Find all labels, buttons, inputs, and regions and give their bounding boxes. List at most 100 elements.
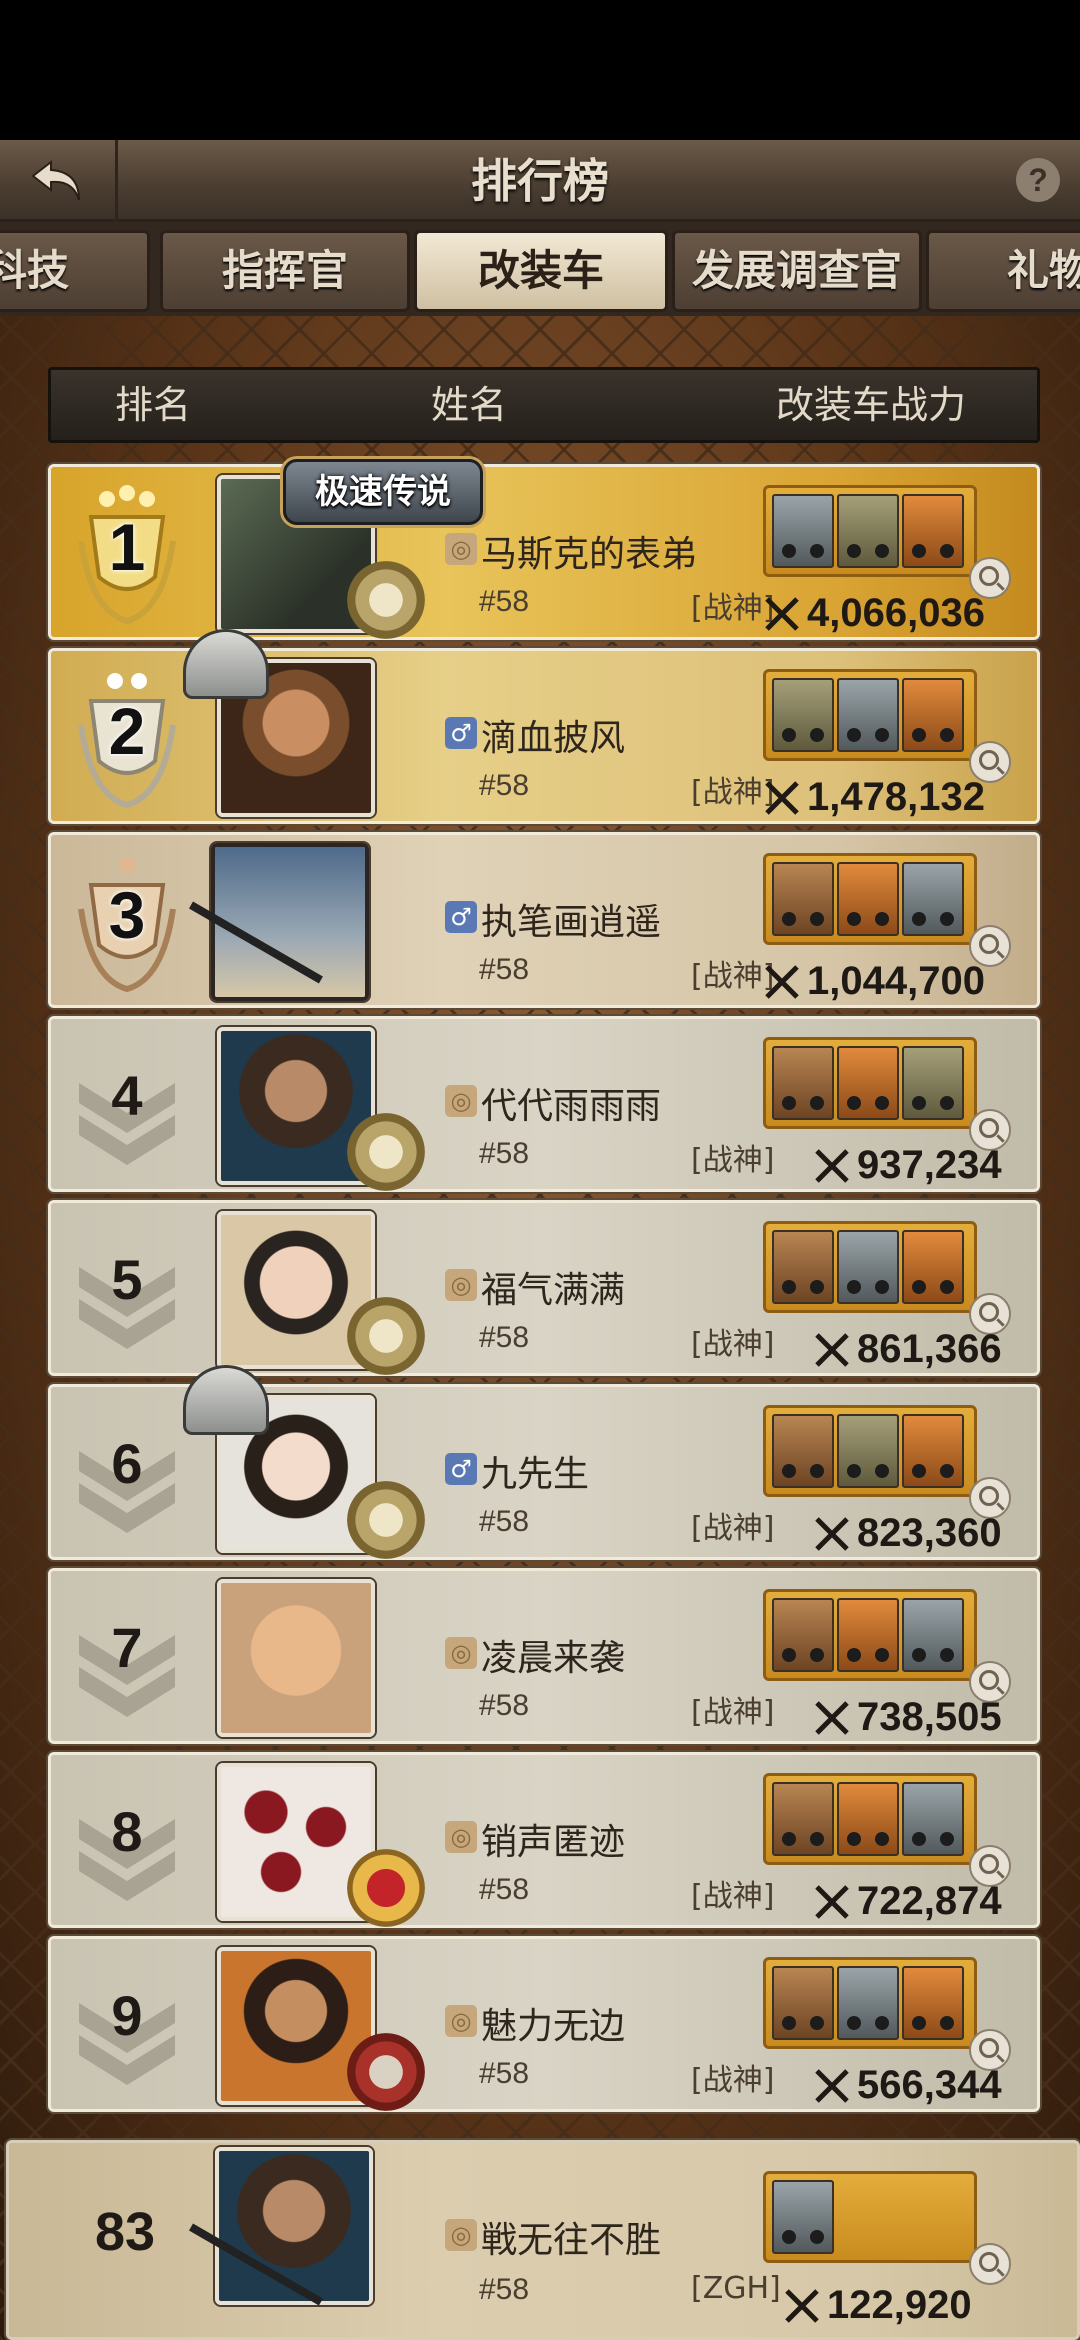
status-bar bbox=[0, 0, 1080, 140]
vehicle-lineup bbox=[763, 669, 977, 761]
help-button[interactable]: ? bbox=[1016, 158, 1060, 202]
table-row[interactable]: 5 ◎ 福气满满 #58 [战神] 861,366 bbox=[48, 1200, 1040, 1376]
player-name: 马斯克的表弟 bbox=[481, 534, 698, 575]
crossed-swords-icon bbox=[815, 2068, 849, 2103]
vehicle-thumbnail bbox=[772, 678, 834, 752]
alliance-tag: [战神] bbox=[691, 1327, 775, 1362]
vehicle-thumbnail bbox=[772, 1414, 834, 1488]
crossed-swords-icon bbox=[765, 780, 799, 815]
vehicle-thumbnail bbox=[772, 1230, 834, 1304]
server-id: #58 bbox=[479, 1689, 530, 1722]
crossed-swords-icon bbox=[815, 1516, 849, 1551]
alliance-tag: [战神] bbox=[691, 959, 775, 994]
vehicle-thumbnail bbox=[772, 2180, 834, 2254]
player-name: 销声匿迹 bbox=[481, 1822, 626, 1863]
hat-gear-badge-icon bbox=[347, 1481, 425, 1559]
vehicle-thumbnail bbox=[837, 1046, 899, 1120]
power-value: 823,360 bbox=[857, 1511, 1002, 1555]
power-value: 122,920 bbox=[827, 2283, 972, 2327]
tab-bar: 科技 指挥官 改装车 发展调查官 礼物 bbox=[0, 222, 1080, 316]
crossed-swords-icon bbox=[765, 596, 799, 631]
crossed-swords-icon bbox=[815, 1884, 849, 1919]
vehicle-power: 4,066,036 bbox=[763, 591, 1009, 636]
table-row[interactable]: 8 ◎ 销声匿迹 #58 [战神] 722,874 bbox=[48, 1752, 1040, 1928]
hidden-gender-icon: ◎ bbox=[445, 2219, 477, 2251]
hidden-gender-icon: ◎ bbox=[445, 1085, 477, 1117]
vehicle-thumbnail bbox=[772, 1782, 834, 1856]
hidden-gender-icon: ◎ bbox=[445, 1821, 477, 1853]
table-row[interactable]: 4 ◎ 代代雨雨雨 #58 [战神] 937,234 bbox=[48, 1016, 1040, 1192]
table-row[interactable]: 6 ♂ 九先生 #58 [战神] 823,360 bbox=[48, 1365, 1040, 1560]
server-id: #58 bbox=[479, 953, 530, 986]
rank-number: 7 bbox=[111, 1616, 143, 1679]
rank-number: 1 bbox=[108, 510, 146, 584]
server-id: #58 bbox=[479, 1137, 530, 1170]
vehicle-power: 722,874 bbox=[813, 1879, 1059, 1924]
vehicle-thumbnail bbox=[837, 1598, 899, 1672]
server-id: #58 bbox=[479, 1505, 530, 1538]
avatar-frame-badge-icon bbox=[347, 561, 425, 639]
vehicle-thumbnail bbox=[837, 1414, 899, 1488]
crossed-swords-icon bbox=[765, 964, 799, 999]
crossed-swords-icon bbox=[815, 1332, 849, 1367]
vehicle-thumbnail bbox=[902, 494, 964, 568]
inspect-search-icon[interactable] bbox=[969, 2243, 1011, 2285]
tab-development-investigator[interactable]: 发展调查官 bbox=[672, 230, 922, 312]
avatar[interactable] bbox=[217, 1579, 375, 1737]
rank-number: 83 bbox=[94, 2202, 156, 2262]
my-rank-row[interactable]: 83 ◎ 戦无往不胜 #58 [ZGH] 122,920 bbox=[6, 2140, 1080, 2340]
vehicle-thumbnail bbox=[837, 1966, 899, 2040]
vehicle-lineup bbox=[763, 1589, 977, 1681]
vehicle-power: 937,234 bbox=[813, 1143, 1059, 1188]
vehicle-thumbnail bbox=[902, 1414, 964, 1488]
rank-number: 9 bbox=[111, 1984, 143, 2047]
crossed-swords-icon bbox=[815, 1148, 849, 1183]
vehicle-thumbnail bbox=[837, 494, 899, 568]
power-value: 861,366 bbox=[857, 1327, 1002, 1371]
player-name: 戦无往不胜 bbox=[481, 2220, 662, 2261]
tab-commander[interactable]: 指挥官 bbox=[160, 230, 410, 312]
rank-number: 4 bbox=[111, 1064, 143, 1127]
power-value: 738,505 bbox=[857, 1695, 1002, 1739]
vehicle-thumbnail bbox=[902, 862, 964, 936]
player-name: 凌晨来袭 bbox=[481, 1638, 626, 1679]
vehicle-thumbnail bbox=[902, 1230, 964, 1304]
tab-tech[interactable]: 科技 bbox=[0, 230, 150, 312]
vehicle-thumbnail bbox=[902, 678, 964, 752]
vehicle-lineup bbox=[763, 2171, 977, 2263]
player-name: 九先生 bbox=[481, 1454, 590, 1495]
vehicle-thumbnail bbox=[837, 862, 899, 936]
table-row[interactable]: 9 ◎ 魅力无边 #58 [战神] 566,344 bbox=[48, 1936, 1040, 2112]
power-value: 1,044,700 bbox=[807, 959, 985, 1003]
crossed-swords-icon bbox=[785, 2288, 819, 2323]
vehicle-lineup bbox=[763, 853, 977, 945]
table-row[interactable]: 1 极速传说 ◎ 马斯克的表弟 #58 [战神] 4,066,036 bbox=[48, 459, 1040, 640]
alliance-tag: [ZGH] bbox=[691, 2271, 781, 2306]
vehicle-lineup bbox=[763, 1037, 977, 1129]
table-row[interactable]: 2 ♂ 滴血披风 #58 [战神] 1,478,132 bbox=[48, 629, 1040, 824]
hammer-badge-icon bbox=[347, 2033, 425, 2111]
tab-modified-vehicle[interactable]: 改装车 bbox=[414, 230, 668, 312]
server-id: #58 bbox=[479, 2057, 530, 2090]
tab-gifts[interactable]: 礼物 bbox=[926, 230, 1080, 312]
title-bar: 排行榜 ? bbox=[0, 140, 1080, 222]
alliance-tag: [战神] bbox=[691, 1511, 775, 1546]
vehicle-thumbnail bbox=[772, 1598, 834, 1672]
avatar[interactable] bbox=[211, 843, 369, 1001]
vehicle-power: 738,505 bbox=[813, 1695, 1059, 1740]
power-value: 937,234 bbox=[857, 1143, 1002, 1187]
power-value: 1,478,132 bbox=[807, 775, 985, 819]
power-value: 722,874 bbox=[857, 1879, 1002, 1923]
crossbow-badge-icon bbox=[347, 1297, 425, 1375]
table-row[interactable]: 7 ◎ 凌晨来袭 #58 [战神] 738,505 bbox=[48, 1568, 1040, 1744]
player-name: 执笔画逍遥 bbox=[481, 902, 662, 943]
column-power: 改装车战力 bbox=[776, 383, 967, 427]
title-badge: 极速传说 bbox=[283, 459, 483, 525]
player-name: 福气满满 bbox=[481, 1270, 626, 1311]
back-button[interactable] bbox=[0, 140, 118, 222]
vehicle-thumbnail bbox=[837, 1782, 899, 1856]
vehicle-lineup bbox=[763, 1405, 977, 1497]
vehicle-power: 1,478,132 bbox=[763, 775, 1009, 820]
table-row[interactable]: 3 ♂ 执笔画逍遥 #58 [战神] 1,044,700 bbox=[48, 832, 1040, 1008]
vehicle-thumbnail bbox=[837, 1230, 899, 1304]
